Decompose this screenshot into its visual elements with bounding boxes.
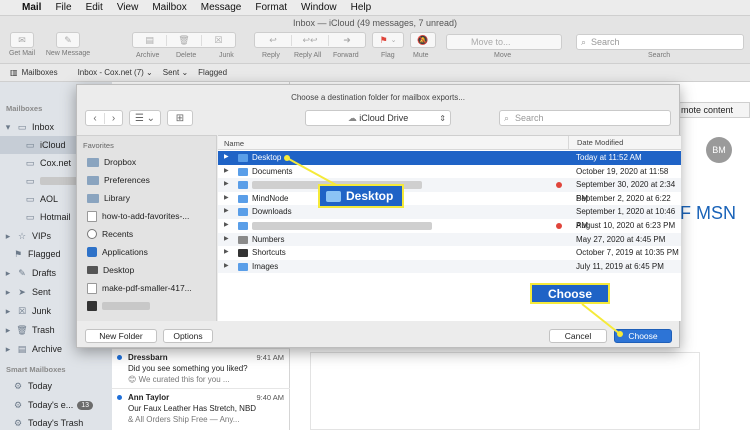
choose-callout: Choose xyxy=(530,283,610,304)
callout-lines xyxy=(284,155,623,337)
desktop-callout: Desktop xyxy=(318,184,404,208)
folder-icon xyxy=(326,190,341,202)
